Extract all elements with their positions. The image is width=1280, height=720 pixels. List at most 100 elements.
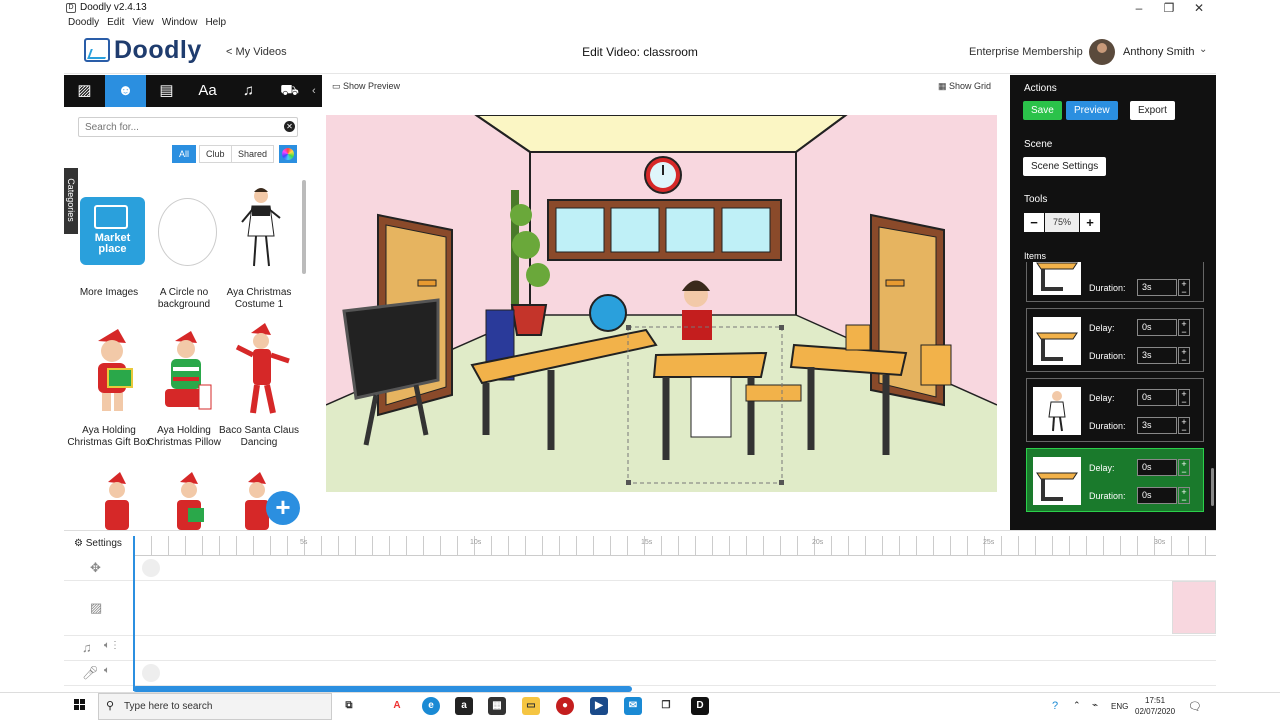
duration-stepper[interactable]: + − xyxy=(1178,347,1190,365)
task-view-icon[interactable]: ⧉ xyxy=(340,697,358,715)
categories-tab[interactable]: Categories xyxy=(64,168,78,234)
delay-input[interactable]: 0s xyxy=(1137,319,1177,336)
chevron-up-icon[interactable]: ⌃ xyxy=(1073,700,1081,711)
text-icon[interactable]: Aa xyxy=(187,75,228,107)
props-icon[interactable]: ▤ xyxy=(146,75,187,107)
menu-help[interactable]: Help xyxy=(205,17,226,28)
aya-costume-thumb[interactable] xyxy=(236,186,286,271)
filter-shared[interactable]: Shared xyxy=(231,145,275,163)
tick-label: 20s xyxy=(812,539,824,546)
membership-label[interactable]: Enterprise Membership xyxy=(969,46,1083,58)
delay-input[interactable]: 0s xyxy=(1137,389,1177,406)
delay-input[interactable]: 0s xyxy=(1137,459,1177,476)
music-icon[interactable]: ♫ xyxy=(228,75,269,107)
amazon-icon[interactable]: a xyxy=(455,697,473,715)
asset-search-input[interactable] xyxy=(79,118,269,136)
characters-icon[interactable]: ☻ xyxy=(105,75,146,107)
folder-icon[interactable]: ▭ xyxy=(522,697,540,715)
marketplace-icon[interactable]: Market place xyxy=(80,197,145,265)
duration-input[interactable]: 3s xyxy=(1137,417,1177,434)
menu-doodly[interactable]: Doodly xyxy=(68,17,99,28)
minimize-icon[interactable]: – xyxy=(1124,0,1154,16)
items-title: Items xyxy=(1024,251,1047,261)
user-name[interactable]: Anthony Smith xyxy=(1123,46,1195,58)
scene-clip[interactable] xyxy=(1172,581,1216,634)
timeline-settings-button[interactable]: ⚙ Settings xyxy=(74,538,122,549)
avatar[interactable] xyxy=(1089,39,1115,65)
chevron-down-icon[interactable]: ⌄ xyxy=(1199,44,1207,55)
timeline-ruler[interactable] xyxy=(134,536,1216,556)
filter-all[interactable]: All xyxy=(172,145,197,163)
add-asset-button[interactable]: + xyxy=(266,491,300,525)
duration-stepper[interactable]: + − xyxy=(1178,487,1190,505)
item-card[interactable]: Delay: 0s + − Duration: 3s + − xyxy=(1026,378,1204,442)
color-filter-icon[interactable] xyxy=(279,145,297,163)
scene-settings-button[interactable]: Scene Settings xyxy=(1023,157,1107,176)
image-icon: ▨ xyxy=(90,600,103,615)
collapse-left-icon[interactable]: ‹ xyxy=(312,75,322,107)
santa-dancing-thumb[interactable] xyxy=(233,321,293,416)
image-icon[interactable]: ▨ xyxy=(64,75,105,107)
window-icon[interactable]: ❐ xyxy=(657,697,675,715)
zoom-in-button[interactable]: + xyxy=(1080,213,1100,232)
volume-icon[interactable]: 🔈︎ xyxy=(104,665,110,676)
duration-input[interactable]: 3s xyxy=(1137,347,1177,364)
show-grid-toggle[interactable]: ▦ Show Grid xyxy=(938,81,991,92)
menu-window[interactable]: Window xyxy=(162,17,198,28)
maximize-icon[interactable]: ❐ xyxy=(1154,0,1184,16)
clear-search-icon[interactable]: ✕ xyxy=(284,121,295,132)
show-grid-label: Show Grid xyxy=(949,81,992,91)
items-scrollbar[interactable] xyxy=(1211,468,1214,506)
close-icon[interactable]: ✕ xyxy=(1184,0,1214,16)
santa-thumb[interactable] xyxy=(92,472,142,530)
cart-icon[interactable]: ⛟ xyxy=(269,75,310,107)
asset-scrollbar[interactable] xyxy=(302,180,306,274)
music-track xyxy=(64,636,1216,661)
network-icon[interactable]: ⌁ xyxy=(1092,700,1098,711)
duration-input[interactable]: 3s xyxy=(1137,279,1177,296)
help-icon[interactable]: ? xyxy=(1052,700,1058,712)
actions-title: Actions xyxy=(1024,83,1057,94)
filter-club[interactable]: Club xyxy=(199,145,232,163)
aya-gift-box-thumb[interactable] xyxy=(88,327,138,417)
app-icon: D xyxy=(66,3,76,13)
delay-stepper[interactable]: + − xyxy=(1178,319,1190,337)
circle-asset-thumb[interactable] xyxy=(158,198,217,266)
collapse-right-icon[interactable]: › xyxy=(1000,84,1010,95)
notifications-icon[interactable]: 🗨︎ xyxy=(1188,700,1202,713)
delay-stepper[interactable]: + − xyxy=(1178,389,1190,407)
duration-input[interactable]: 0s xyxy=(1137,487,1177,504)
volume-icon[interactable]: 🔈︎⋮ xyxy=(104,640,120,651)
item-card[interactable]: Duration: 3s + − xyxy=(1026,262,1204,302)
item-card-selected[interactable]: Delay: 0s + − Duration: 0s + − xyxy=(1026,448,1204,512)
windows-start-icon[interactable] xyxy=(74,699,86,711)
mail-icon[interactable]: ✉ xyxy=(624,697,642,715)
zoom-out-button[interactable]: − xyxy=(1024,213,1044,232)
add-keyframe-button[interactable] xyxy=(142,559,160,577)
app-icon[interactable]: ▶ xyxy=(590,697,608,715)
menu-edit[interactable]: Edit xyxy=(107,17,124,28)
duration-stepper[interactable]: + − xyxy=(1178,279,1190,297)
export-button[interactable]: Export xyxy=(1130,101,1175,120)
add-voice-button[interactable] xyxy=(142,664,160,682)
record-icon[interactable]: ● xyxy=(556,697,574,715)
language-indicator[interactable]: ENG xyxy=(1111,702,1128,711)
santa-gift-thumb[interactable] xyxy=(164,472,214,530)
store-icon[interactable]: ▦ xyxy=(488,697,506,715)
duration-stepper[interactable]: + − xyxy=(1178,417,1190,435)
show-preview-toggle[interactable]: ▭ Show Preview xyxy=(332,81,400,92)
menu-view[interactable]: View xyxy=(132,17,154,28)
aya-pillow-thumb[interactable] xyxy=(161,329,216,411)
duration-label: Duration: xyxy=(1089,421,1126,431)
item-card[interactable]: Delay: 0s + − Duration: 3s + − xyxy=(1026,308,1204,372)
preview-button[interactable]: Preview xyxy=(1066,101,1118,120)
delay-stepper[interactable]: + − xyxy=(1178,459,1190,477)
doodly-taskbar-icon[interactable]: D xyxy=(691,697,709,715)
save-button[interactable]: Save xyxy=(1023,101,1062,120)
tick-label: 25s xyxy=(983,539,995,546)
app-icon[interactable]: A xyxy=(388,697,406,715)
scene-canvas[interactable] xyxy=(326,115,997,492)
edge-icon[interactable]: e xyxy=(422,697,440,715)
playhead[interactable] xyxy=(133,536,135,691)
clock[interactable]: 17:51 02/07/2020 xyxy=(1135,695,1175,717)
